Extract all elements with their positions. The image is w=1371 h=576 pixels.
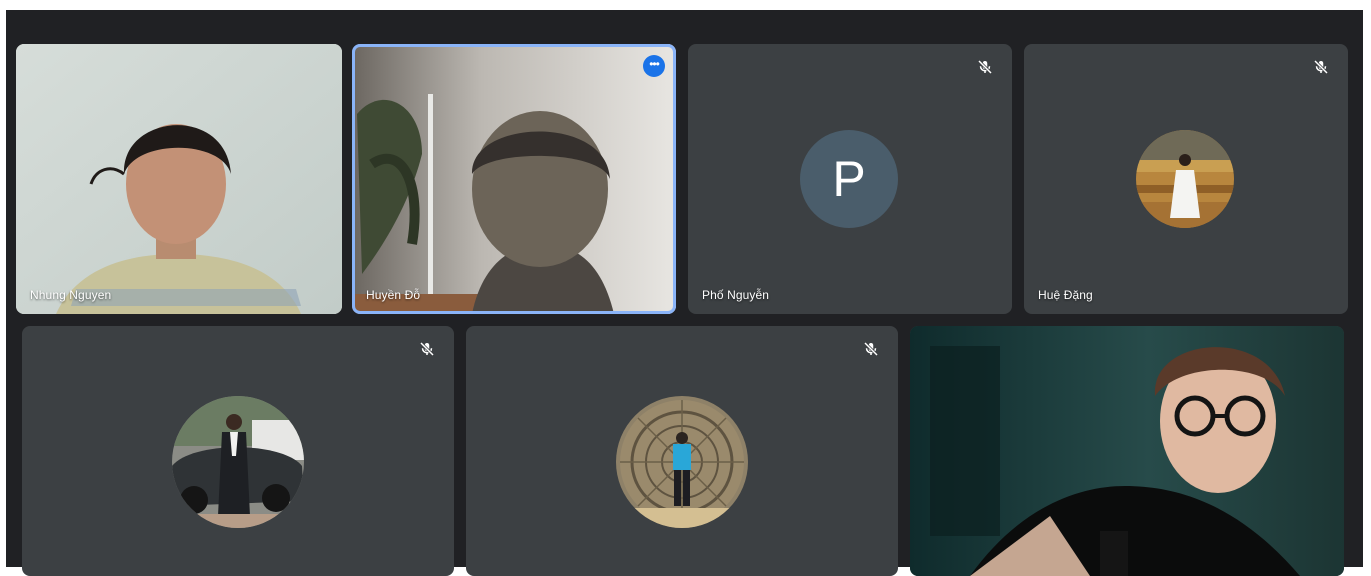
- avatar: P: [800, 130, 898, 228]
- participant-video: [910, 326, 1344, 576]
- more-options-icon[interactable]: •••: [643, 55, 665, 77]
- avatar: [616, 396, 748, 528]
- mic-off-icon: [419, 341, 435, 357]
- mic-off-icon: [977, 59, 993, 75]
- meeting-grid: Nhung Nguyen ••• Huyền Đỗ P Phố Nguyễn H…: [6, 10, 1363, 576]
- participant-video: [352, 44, 676, 314]
- participant-tile-7[interactable]: [910, 326, 1344, 576]
- participant-name: Huệ Đặng: [1038, 288, 1093, 302]
- participant-name: Nhung Nguyen: [30, 288, 112, 302]
- participant-tile-6[interactable]: [466, 326, 898, 576]
- participant-tile-hue[interactable]: Huệ Đặng: [1024, 44, 1348, 314]
- participant-name: Phố Nguyễn: [702, 288, 770, 302]
- participant-video: [16, 44, 342, 314]
- participant-tile-huyen[interactable]: ••• Huyền Đỗ: [352, 44, 676, 314]
- participant-tile-5[interactable]: [22, 326, 454, 576]
- participant-tile-pho[interactable]: P Phố Nguyễn: [688, 44, 1012, 314]
- participant-tile-nhung[interactable]: Nhung Nguyen: [16, 44, 342, 314]
- mic-off-icon: [1313, 59, 1329, 75]
- mic-off-icon: [863, 341, 879, 357]
- participant-name: Huyền Đỗ: [366, 288, 421, 302]
- avatar: [172, 396, 304, 528]
- avatar: [1136, 130, 1234, 228]
